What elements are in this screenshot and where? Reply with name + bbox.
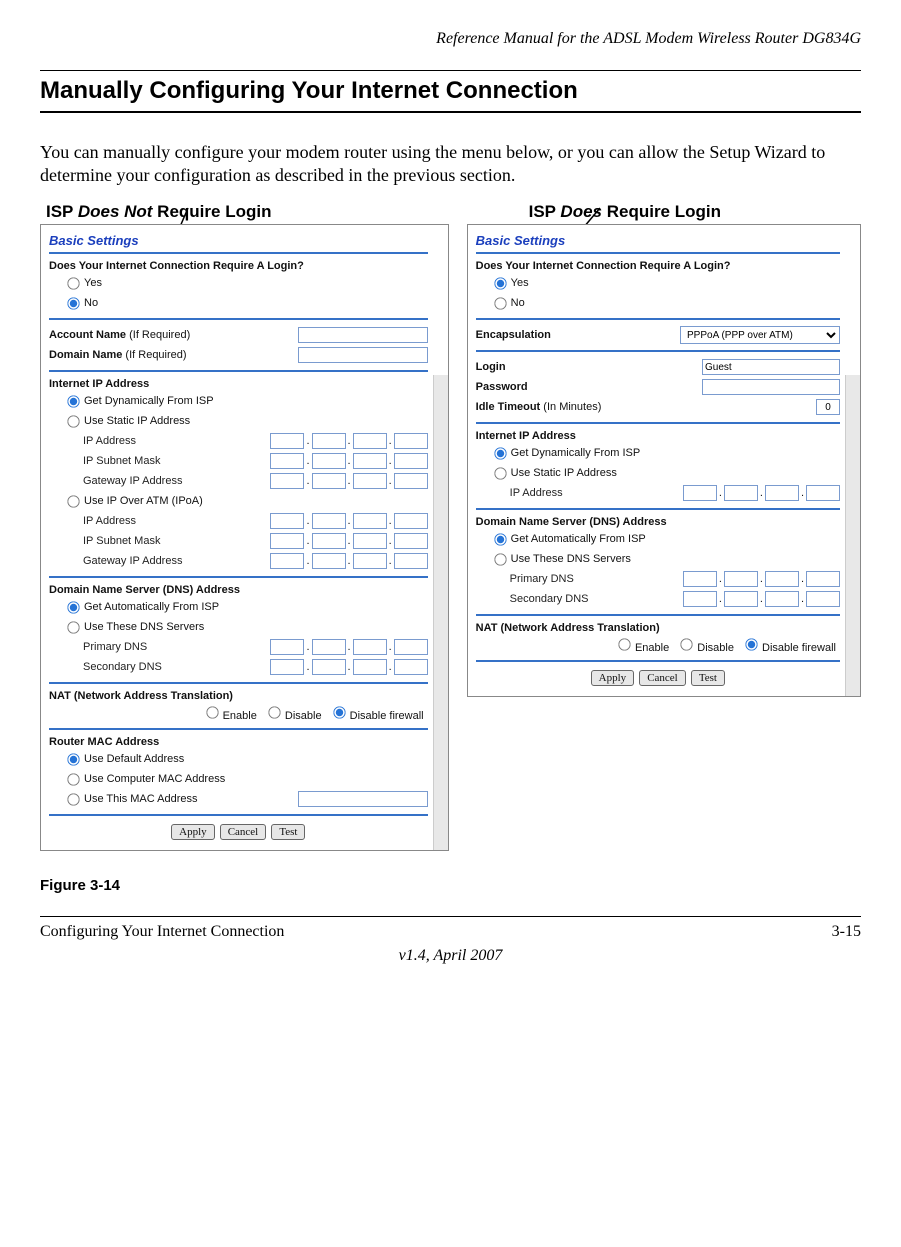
panel-login: Basic Settings Does Your Internet Connec… (467, 224, 861, 697)
encapsulation-label: Encapsulation (476, 329, 551, 341)
nat-disable-fw-radio[interactable] (333, 706, 345, 718)
static-ip-input[interactable]: ... (270, 433, 427, 449)
password-input[interactable] (702, 379, 840, 395)
test-button[interactable]: Test (271, 824, 305, 840)
dns-auto-radio[interactable] (494, 533, 506, 545)
account-name-input[interactable] (298, 327, 428, 343)
footer-rule (40, 916, 861, 917)
panel-title: Basic Settings (476, 233, 840, 248)
nat-enable-radio[interactable] (618, 638, 630, 650)
secondary-dns-input[interactable]: ... (270, 659, 427, 675)
nat-head: NAT (Network Address Translation) (49, 690, 428, 702)
ipoa-gateway-input[interactable]: ... (270, 553, 427, 569)
header-rule (40, 70, 861, 71)
primary-dns-input[interactable]: ... (270, 639, 427, 655)
domain-name-label: Domain Name (49, 349, 122, 361)
account-name-label: Account Name (49, 329, 126, 341)
nat-disable-radio[interactable] (681, 638, 693, 650)
intro-paragraph: You can manually configure your modem ro… (40, 141, 861, 186)
apply-button[interactable]: Apply (591, 670, 635, 686)
primary-dns-input[interactable]: ... (683, 571, 840, 587)
static-ip-input[interactable]: ... (683, 485, 840, 501)
callout-right: ISP Does Require Login (529, 202, 721, 222)
mac-this-radio[interactable] (67, 793, 79, 805)
yes-label: Yes (84, 277, 102, 289)
panel-no-login: Basic Settings Does Your Internet Connec… (40, 224, 449, 851)
scrollbar-track[interactable] (433, 375, 448, 850)
mac-computer-radio[interactable] (67, 773, 79, 785)
dns-manual-radio[interactable] (494, 553, 506, 565)
ipoa-ip-input[interactable]: ... (270, 513, 427, 529)
footer-version: v1.4, April 2007 (40, 947, 861, 965)
test-button[interactable]: Test (691, 670, 725, 686)
panel-title: Basic Settings (49, 233, 428, 248)
gateway-input[interactable]: ... (270, 473, 427, 489)
login-no-radio[interactable] (67, 297, 79, 309)
ip-dynamic-radio[interactable] (67, 395, 79, 407)
ipoa-radio[interactable] (67, 495, 79, 507)
nat-disable-fw-radio[interactable] (745, 638, 757, 650)
nat-disable-radio[interactable] (268, 706, 280, 718)
no-label: No (84, 297, 98, 309)
idle-timeout-input[interactable] (816, 399, 840, 415)
footer-left: Configuring Your Internet Connection (40, 923, 284, 941)
subnet-input[interactable]: ... (270, 453, 427, 469)
dns-head: Domain Name Server (DNS) Address (49, 584, 428, 596)
login-no-radio[interactable] (494, 297, 506, 309)
domain-name-input[interactable] (298, 347, 428, 363)
mac-this-input[interactable] (298, 791, 428, 807)
login-question: Does Your Internet Connection Require A … (49, 260, 428, 272)
ip-static-radio[interactable] (494, 467, 506, 479)
login-yes-radio[interactable] (494, 277, 506, 289)
page-number: 3-15 (832, 923, 861, 941)
section-heading: Manually Configuring Your Internet Conne… (40, 77, 861, 113)
scrollbar-track[interactable] (845, 375, 860, 696)
doc-header-title: Reference Manual for the ADSL Modem Wire… (40, 30, 861, 48)
login-input[interactable] (702, 359, 840, 375)
cancel-button[interactable]: Cancel (639, 670, 686, 686)
dns-auto-radio[interactable] (67, 601, 79, 613)
ip-dynamic-radio[interactable] (494, 447, 506, 459)
apply-button[interactable]: Apply (171, 824, 215, 840)
login-question: Does Your Internet Connection Require A … (476, 260, 840, 272)
mac-head: Router MAC Address (49, 736, 428, 748)
login-yes-radio[interactable] (67, 277, 79, 289)
secondary-dns-input[interactable]: ... (683, 591, 840, 607)
callout-left: ISP Does Not Require Login (46, 202, 271, 222)
figure-caption: Figure 3-14 (40, 877, 861, 894)
ip-static-radio[interactable] (67, 415, 79, 427)
mac-default-radio[interactable] (67, 753, 79, 765)
ipoa-subnet-input[interactable]: ... (270, 533, 427, 549)
internet-ip-head: Internet IP Address (49, 378, 428, 390)
if-required-note: (If Required) (129, 329, 190, 341)
cancel-button[interactable]: Cancel (220, 824, 267, 840)
encapsulation-select[interactable]: PPPoA (PPP over ATM) (680, 326, 840, 344)
nat-enable-radio[interactable] (206, 706, 218, 718)
dns-manual-radio[interactable] (67, 621, 79, 633)
